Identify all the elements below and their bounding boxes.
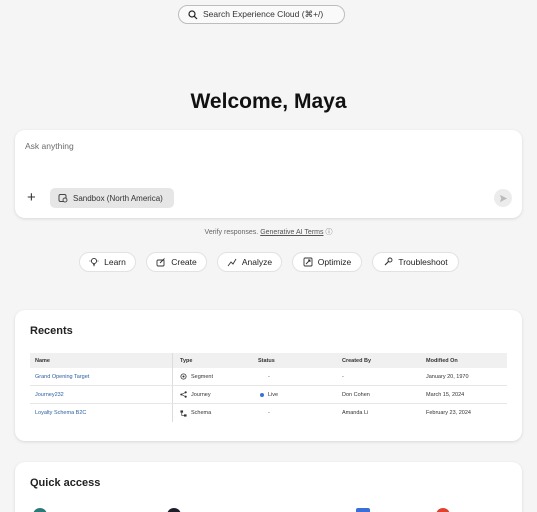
chip-label: Optimize [317, 257, 352, 267]
column-header[interactable]: Status [258, 358, 342, 364]
create-icon [156, 258, 166, 267]
suggestion-chips: Learn Create Analyze Optimize Troublesho… [0, 252, 537, 272]
quick-access-app-icon[interactable] [33, 508, 47, 512]
journey-icon [180, 391, 187, 398]
row-type: Schema [191, 410, 212, 416]
quick-access-app-icon[interactable] [167, 508, 181, 512]
quick-access-card: Quick access [15, 462, 522, 512]
ask-input[interactable]: Ask anything [25, 141, 74, 151]
column-header[interactable]: Type [173, 358, 258, 364]
chip-label: Create [171, 257, 197, 267]
table-row[interactable]: Grand Opening Target Segment - - January… [30, 368, 507, 386]
recents-title: Recents [30, 325, 73, 337]
recents-table: Name Type Status Created By Modified On … [30, 353, 507, 422]
welcome-heading: Welcome, Maya [190, 90, 347, 113]
row-status: Live [268, 391, 279, 398]
live-status-dot [260, 392, 264, 397]
search-placeholder: Search Experience Cloud (⌘+/) [203, 9, 324, 19]
quick-access-title: Quick access [30, 477, 101, 489]
quick-access-app-icon[interactable] [356, 508, 370, 512]
lightbulb-icon [89, 257, 99, 267]
row-modified-on: January 20, 1970 [426, 373, 469, 380]
disclaimer: Verify responses. Generative AI Terms ⓘ [0, 227, 537, 237]
info-icon[interactable]: ⓘ [325, 229, 332, 236]
table-header: Name Type Status Created By Modified On [30, 353, 507, 368]
segment-icon [180, 373, 187, 380]
recents-card: Recents Name Type Status Created By Modi… [15, 310, 522, 441]
schema-icon [180, 409, 187, 417]
row-created-by: - [342, 373, 344, 380]
chip-create[interactable]: Create [146, 252, 207, 272]
chip-label: Learn [104, 257, 126, 267]
search-icon [188, 9, 198, 19]
row-status: - [268, 373, 270, 380]
column-header[interactable]: Created By [342, 358, 426, 364]
wrench-icon [384, 257, 393, 266]
chip-analyze[interactable]: Analyze [217, 252, 282, 272]
table-row[interactable]: Journey232 Journey Live Don Cohen March … [30, 386, 507, 404]
row-type: Journey [191, 391, 211, 398]
sandbox-label: Sandbox (North America) [73, 193, 163, 203]
row-modified-on: March 15, 2024 [426, 391, 465, 398]
quick-access-app-icon[interactable] [436, 508, 450, 512]
add-button[interactable]: + [27, 190, 36, 205]
column-header[interactable]: Name [30, 353, 173, 368]
chip-label: Analyze [241, 257, 273, 267]
row-modified-on: February 23, 2024 [426, 410, 471, 416]
generative-ai-terms-link[interactable]: Generative AI Terms [260, 229, 323, 236]
chart-icon [227, 258, 237, 267]
search-bar[interactable]: Search Experience Cloud (⌘+/) [178, 5, 345, 24]
ask-panel: Ask anything + Sandbox (North America) [15, 130, 522, 218]
sandbox-icon [58, 194, 68, 203]
chip-label: Troubleshoot [398, 257, 448, 267]
row-name-link[interactable]: Loyalty Schema B2C [35, 410, 86, 416]
disclaimer-text: Verify responses. [204, 229, 259, 236]
chip-troubleshoot[interactable]: Troubleshoot [372, 252, 459, 272]
chip-learn[interactable]: Learn [79, 252, 136, 272]
row-type: Segment [191, 373, 214, 380]
row-created-by: Don Cohen [342, 391, 370, 398]
send-button[interactable] [494, 189, 512, 207]
row-name-link[interactable]: Grand Opening Target [35, 374, 89, 380]
row-created-by: Amanda Li [342, 410, 369, 416]
row-name-link[interactable]: Journey232 [35, 392, 64, 398]
optimize-icon [303, 257, 313, 267]
sandbox-selector[interactable]: Sandbox (North America) [50, 188, 174, 208]
row-status: - [268, 410, 270, 416]
send-icon [499, 194, 507, 202]
column-header[interactable]: Modified On [426, 358, 507, 364]
chip-optimize[interactable]: Optimize [292, 252, 362, 272]
table-row[interactable]: Loyalty Schema B2C Schema - Amanda Li Fe… [30, 404, 507, 422]
